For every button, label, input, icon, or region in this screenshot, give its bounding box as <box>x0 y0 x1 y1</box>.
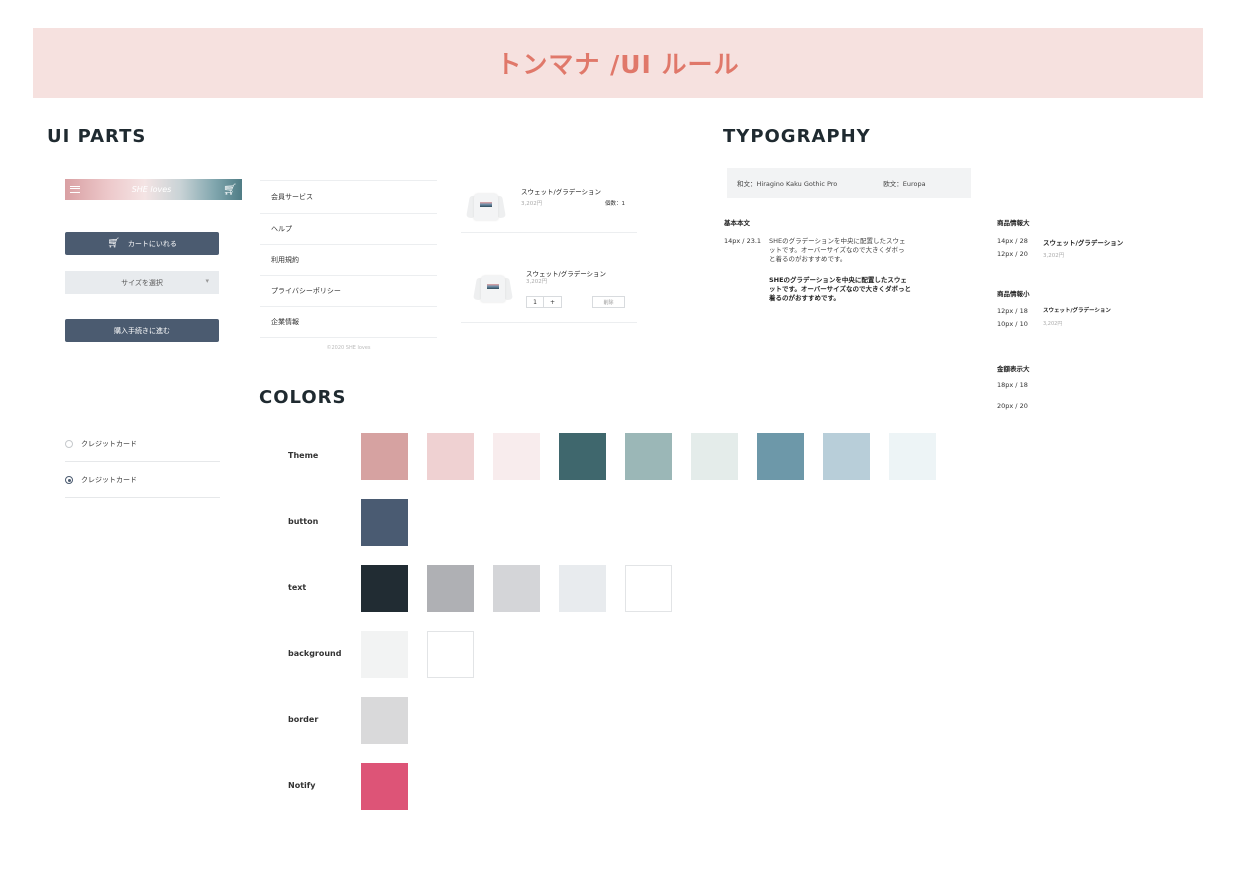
menu-item-member[interactable]: 会員サービス <box>260 180 437 213</box>
product-quantity: 個数：1 <box>605 201 625 207</box>
color-swatch <box>823 433 870 480</box>
size-select-label: サイズを選択 <box>121 278 163 287</box>
radio-unchecked-icon[interactable] <box>65 440 73 448</box>
payment-option[interactable]: クレジットカード <box>65 463 220 498</box>
product-name: スウェット/グラデーション <box>521 188 602 196</box>
color-swatch <box>361 697 408 744</box>
quantity-plus-button[interactable]: + <box>544 296 562 308</box>
font-jp: 和文：Hiragino Kaku Gothic Pro <box>737 180 838 188</box>
color-swatch <box>427 631 474 678</box>
cart-icon[interactable]: 🛒︎ <box>223 183 237 196</box>
radio-checked-icon[interactable] <box>65 476 73 484</box>
product-small-price: 3,202円 <box>1043 321 1063 327</box>
color-swatch <box>361 565 408 612</box>
cart-icon: 🛒︎ <box>107 238 120 249</box>
color-row-label: border <box>288 715 319 724</box>
brand-logo: SHE loves <box>131 185 172 194</box>
menu-item-privacy[interactable]: プライバシーポリシー <box>260 275 437 306</box>
payment-option[interactable]: クレジットカード <box>65 427 220 462</box>
color-swatch <box>625 433 672 480</box>
font-spec-box: 和文：Hiragino Kaku Gothic Pro 欧文：Europa <box>727 168 971 198</box>
title-banner: トンマナ /UI ルール <box>33 28 1203 98</box>
color-swatch <box>361 499 408 546</box>
menu-item-terms[interactable]: 利用規約 <box>260 244 437 275</box>
color-swatch <box>427 565 474 612</box>
basic-text-sample-bold: SHEのグラデーションを中央に配置したスウェットです。オーバーサイズなので大きく… <box>769 276 911 302</box>
color-row-label: Theme <box>288 451 319 460</box>
chevron-down-icon: ▾ <box>205 277 209 285</box>
product-thumbnail <box>473 270 513 304</box>
color-row-label: text <box>288 583 307 592</box>
color-swatch <box>493 433 540 480</box>
quantity-value[interactable]: 1 <box>526 296 544 308</box>
product-large-price: 3,202円 <box>1043 253 1065 259</box>
basic-text-sample: SHEのグラデーションを中央に配置したスウェットです。オーバーサイズなので大きく… <box>769 237 906 263</box>
color-swatch <box>361 631 408 678</box>
menu-item-help[interactable]: ヘルプ <box>260 213 437 244</box>
color-swatch <box>361 763 408 810</box>
add-to-cart-button[interactable]: 🛒︎ カートにいれる <box>65 232 219 255</box>
price-large-spec-1: 18px / 18 <box>997 381 1028 389</box>
add-to-cart-label: カートにいれる <box>127 239 177 248</box>
footer-menu: 会員サービス ヘルプ 利用規約 プライバシーポリシー 企業情報 ©2020 SH… <box>260 180 437 351</box>
product-large-name: スウェット/グラデーション <box>1043 239 1124 247</box>
product-small-spec-1: 12px / 18 <box>997 307 1028 315</box>
basic-text-spec: 14px / 23.1 <box>724 237 762 245</box>
menu-item-company[interactable]: 企業情報 <box>260 306 437 337</box>
font-en: 欧文：Europa <box>883 180 926 188</box>
product-small-name: スウェット/グラデーション <box>1043 308 1111 314</box>
checkout-label: 購入手続きに進む <box>114 326 170 335</box>
delete-button[interactable]: 削除 <box>592 296 625 308</box>
payment-option-label: クレジットカード <box>81 440 137 448</box>
quantity-stepper: 1 + <box>526 296 562 308</box>
color-swatch <box>361 433 408 480</box>
color-swatch <box>427 433 474 480</box>
product-large-spec-2: 12px / 20 <box>997 250 1028 258</box>
product-price: 3,202円 <box>526 279 548 285</box>
page-title: トンマナ /UI ルール <box>496 50 740 79</box>
product-small-label: 商品情報小 <box>997 290 1030 298</box>
product-large-spec-1: 14px / 28 <box>997 237 1028 245</box>
typography-heading: TYPOGRAPHY <box>723 126 871 147</box>
price-large-label: 金額表示大 <box>997 365 1030 373</box>
colors-heading: COLORS <box>259 387 347 408</box>
basic-text-label: 基本本文 <box>724 219 750 227</box>
cart-item: スウェット/グラデーション 3,202円 1 + 削除 <box>461 262 637 323</box>
size-select[interactable]: サイズを選択 ▾ <box>65 271 219 294</box>
color-swatch <box>757 433 804 480</box>
product-small-spec-2: 10px / 10 <box>997 320 1028 328</box>
header-bar-sample: SHE loves 🛒︎ <box>65 179 242 200</box>
checkout-button[interactable]: 購入手続きに進む <box>65 319 219 342</box>
color-row-label: button <box>288 517 319 526</box>
color-swatch <box>559 433 606 480</box>
color-row-label: background <box>288 649 342 658</box>
product-price: 3,202円 <box>521 201 543 207</box>
hamburger-menu-icon[interactable] <box>70 186 80 193</box>
ui-parts-heading: UI PARTS <box>47 126 147 147</box>
color-swatch <box>691 433 738 480</box>
payment-option-label: クレジットカード <box>81 476 137 484</box>
cart-item: スウェット/グラデーション 3,202円 個数：1 <box>461 180 637 233</box>
product-thumbnail <box>466 188 506 222</box>
color-row-label: Notify <box>288 781 316 790</box>
price-large-spec-2: 20px / 20 <box>997 402 1028 410</box>
color-swatch <box>559 565 606 612</box>
copyright: ©2020 SHE loves <box>260 337 437 351</box>
color-swatch <box>889 433 936 480</box>
color-swatch <box>625 565 672 612</box>
color-swatch <box>493 565 540 612</box>
product-large-label: 商品情報大 <box>997 219 1030 227</box>
